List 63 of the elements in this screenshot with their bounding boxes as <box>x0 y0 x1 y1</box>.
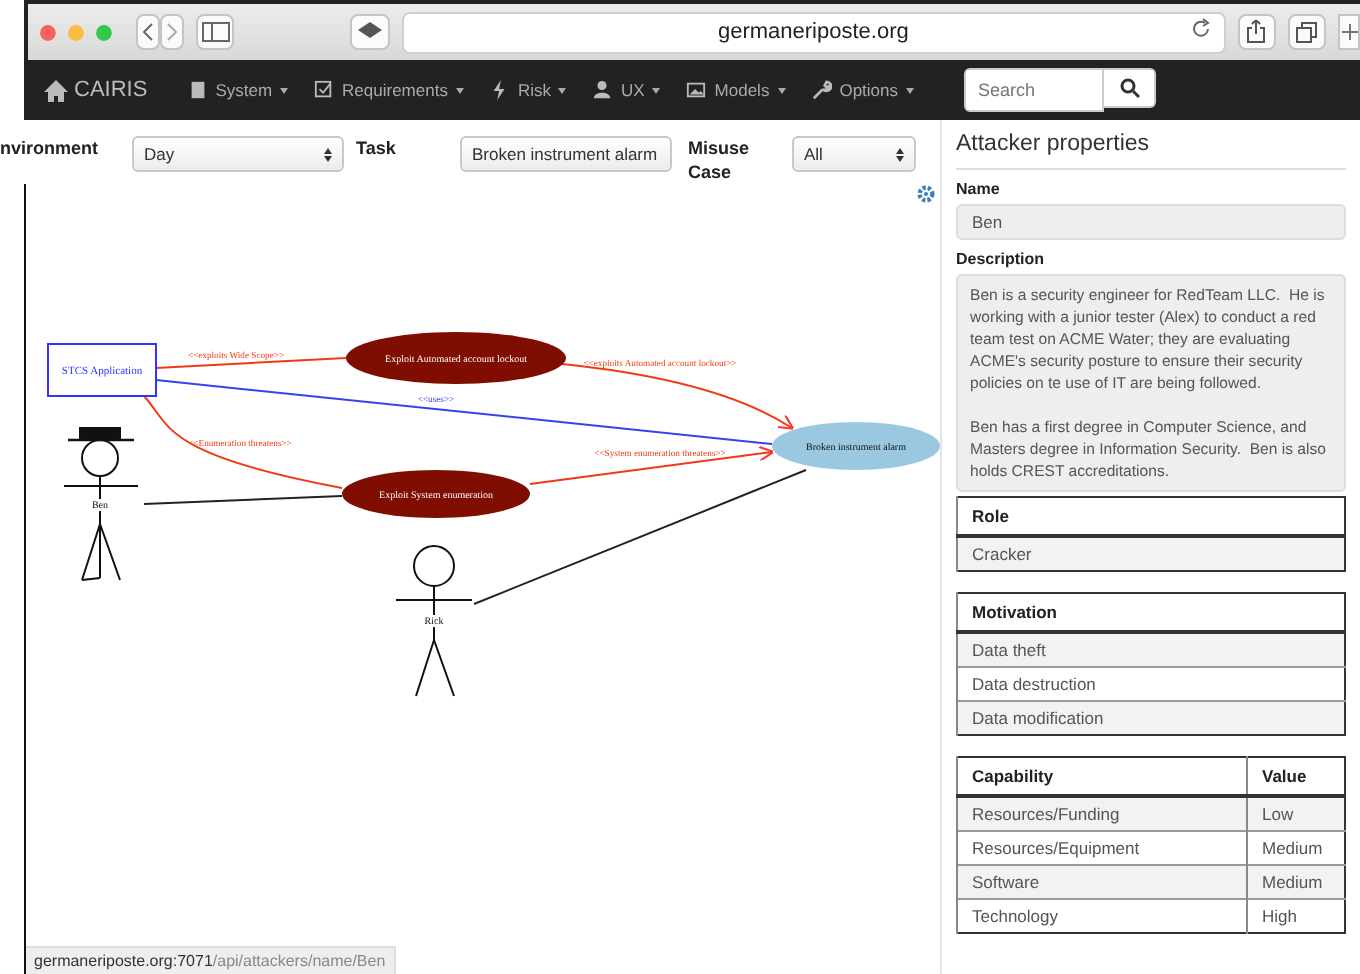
panel-title: Attacker properties <box>956 120 1346 170</box>
brand-link[interactable]: CAIRIS <box>44 78 148 102</box>
home-icon <box>44 79 68 101</box>
address-bar[interactable]: germaneriposte.org <box>401 11 1226 53</box>
select-arrows-icon <box>324 147 332 161</box>
asset-node <box>47 343 157 397</box>
name-field[interactable]: Ben <box>956 204 1346 240</box>
value-cell: Low <box>1247 796 1345 831</box>
tabs-icon <box>1296 21 1319 43</box>
caret-icon <box>777 87 786 93</box>
capability-cell: Software <box>957 865 1247 899</box>
search-field[interactable]: Search <box>964 68 1104 112</box>
search-button[interactable] <box>1104 68 1156 108</box>
role-cell: Cracker <box>957 536 1345 571</box>
menu-item[interactable]: System <box>187 80 289 100</box>
motivation-cell: Data modification <box>957 701 1345 735</box>
picture-icon <box>686 80 707 100</box>
close-window-icon[interactable] <box>40 21 56 43</box>
user-icon <box>592 80 613 100</box>
filter-label: Misuse Case <box>688 136 752 184</box>
search-icon <box>1119 78 1139 98</box>
field-label: Name <box>956 180 1002 198</box>
menu-item[interactable]: Risk <box>489 80 567 100</box>
diamond-icon <box>358 22 383 42</box>
settings-icon[interactable] <box>916 184 936 204</box>
wrench-icon <box>811 80 832 100</box>
checkbox-icon <box>314 80 335 100</box>
document-icon <box>187 80 208 100</box>
caret-icon <box>455 87 464 93</box>
filter-label: Task <box>356 136 398 160</box>
caret-icon <box>906 87 914 93</box>
capability-cell: Technology <box>957 899 1247 933</box>
share-icon <box>1246 20 1267 44</box>
reload-icon[interactable] <box>1189 17 1212 39</box>
menu-item[interactable]: Options <box>811 80 914 100</box>
filter-label: nvironment <box>0 136 101 160</box>
share-button[interactable] <box>1237 14 1277 50</box>
value-cell: Medium <box>1247 865 1345 899</box>
status-url: germaneriposte.org:7071/api/attackers/name/Ben <box>34 952 386 970</box>
caret-icon <box>652 87 661 93</box>
sidebar-icon <box>201 22 230 42</box>
plus-icon <box>1341 24 1358 40</box>
chevron-left-icon <box>141 22 154 42</box>
lightning-icon <box>489 80 510 100</box>
filter-select[interactable]: Broken instrument alarm <box>460 136 672 172</box>
field-label: Description <box>956 250 1047 268</box>
menu-item[interactable]: UX <box>592 80 661 100</box>
chevron-right-icon <box>165 22 178 42</box>
back-button[interactable] <box>135 14 160 50</box>
extension-button[interactable] <box>350 14 390 50</box>
capability-cell: Resources/Funding <box>957 796 1247 831</box>
caret-icon <box>280 87 289 93</box>
caret-icon <box>558 87 567 93</box>
filter-select[interactable]: Day <box>132 136 344 172</box>
menu-item[interactable]: Models <box>686 80 786 100</box>
tabs-button[interactable] <box>1288 14 1327 50</box>
sidebar-button[interactable] <box>196 14 235 50</box>
motivation-cell: Data theft <box>957 632 1345 667</box>
menu-item[interactable]: Requirements <box>314 80 464 100</box>
new-tab-button[interactable] <box>1338 14 1360 50</box>
select-arrows-icon <box>896 147 904 161</box>
value-cell: High <box>1247 899 1345 933</box>
filter-select[interactable]: All <box>792 136 916 172</box>
